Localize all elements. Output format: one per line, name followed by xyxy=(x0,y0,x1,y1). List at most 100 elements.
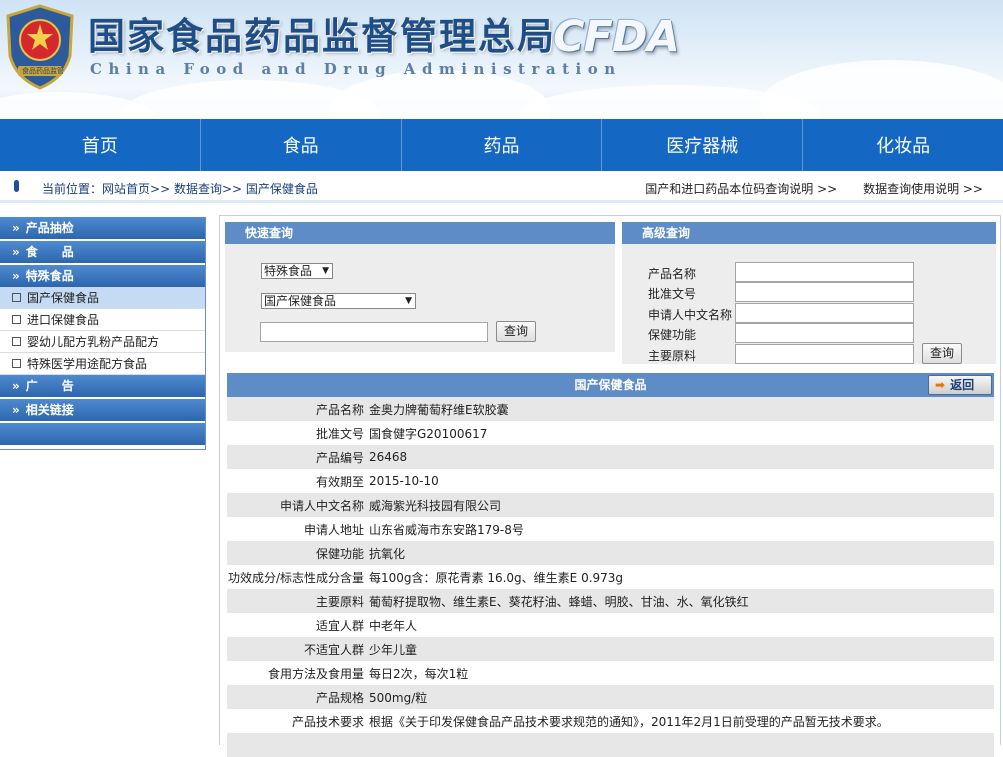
emblem-caption: 食品药品监管 xyxy=(22,67,64,75)
dropdown-arrow-icon: ▼ xyxy=(405,296,412,306)
header-banner: 食品药品监管 国家食品药品监督管理总局 China Food and Drug … xyxy=(0,0,1003,119)
main-nav: 首页 食品 药品 医疗器械 化妆品 xyxy=(0,119,1003,171)
sidebar-item-infant-formula[interactable]: 婴幼儿配方乳粉产品配方 xyxy=(0,331,205,353)
product-name-input[interactable] xyxy=(735,262,914,282)
detail-field-value xyxy=(367,733,994,757)
breadcrumb-home[interactable]: 网站首页 xyxy=(102,182,150,196)
sidebar-item-special-medical-formula[interactable]: 特殊医学用途配方食品 xyxy=(0,353,205,375)
advanced-search-button[interactable]: 查询 xyxy=(922,343,962,364)
double-arrow-icon: » xyxy=(12,403,20,417)
table-row: 产品技术要求 根据《关于印发保健食品产品技术要求规范的通知》，2011年2月1日前… xyxy=(227,709,994,733)
cloud-decoration xyxy=(0,92,160,119)
double-arrow-icon: » xyxy=(12,221,20,235)
advanced-search-panel: 高级查询 产品名称 批准文号 申请人中文名称 保健功能 主要原料 查询 xyxy=(622,222,996,364)
detail-field-label: 功效成分/标志性成分含量 xyxy=(227,565,367,589)
detail-field-label: 产品技术要求 xyxy=(227,709,367,733)
detail-field-value: 26468 xyxy=(367,445,994,469)
sidebar-category-special-food[interactable]: » 特殊食品 xyxy=(0,265,205,287)
national-emblem-icon xyxy=(6,4,74,90)
nav-medical-devices[interactable]: 医疗器械 xyxy=(602,119,804,171)
detail-field-label: 产品名称 xyxy=(227,397,367,421)
detail-field-label: 产品编号 xyxy=(227,445,367,469)
breadcrumb-prefix: 当前位置： xyxy=(42,182,103,196)
sidebar-item-label: 婴幼儿配方乳粉产品配方 xyxy=(27,335,160,349)
table-row: 功效成分/标志性成分含量 每100g含：原花青素 16.0g、维生素E 0.973… xyxy=(227,565,994,589)
sidebar-category-label: 产品抽检 xyxy=(25,221,74,235)
quick-search-input[interactable] xyxy=(260,322,488,342)
sidebar-item-label: 进口保健食品 xyxy=(27,313,100,327)
data-query-help-link[interactable]: 数据查询使用说明 >> xyxy=(863,182,983,196)
nav-drugs[interactable]: 药品 xyxy=(402,119,603,171)
product-detail-table: 产品名称 金奥力牌葡萄籽维E软胶囊 批准文号 国食健字G20100617 产品编号 264… xyxy=(227,397,994,757)
table-row: 产品规格 500mg/粒 xyxy=(227,685,994,709)
detail-field-label: 有效期至 xyxy=(227,469,367,493)
advanced-search-title: 高级查询 xyxy=(622,222,996,244)
sidebar-category-related-links[interactable]: » 相关链接 xyxy=(0,399,205,421)
table-row: 不适宜人群 少年儿童 xyxy=(227,637,994,661)
nav-home[interactable]: 首页 xyxy=(0,119,201,171)
category-select[interactable]: 特殊食品 ▼ xyxy=(261,263,333,279)
cfda-logo: CFDA xyxy=(553,12,680,62)
quick-search-button[interactable]: 查询 xyxy=(496,321,536,342)
back-button[interactable]: ➡ 返回 xyxy=(928,375,992,395)
detail-field-value: 山东省威海市东安路179-8号 xyxy=(367,517,994,541)
site-title: 国家食品药品监督管理总局 xyxy=(88,14,556,58)
table-row: 批准文号 国食健字G20100617 xyxy=(227,421,994,445)
sidebar: » 产品抽检 » 食 品 » 特殊食品 国产保健食品 进口保健食品 婴幼儿配方乳粉产品… xyxy=(0,217,206,450)
detail-field-label: 食用方法及食用量 xyxy=(227,661,367,685)
detail-field-value: 根据《关于印发保健食品产品技术要求规范的通知》，2011年2月1日前受理的产品暂… xyxy=(367,709,994,733)
sidebar-category-food[interactable]: » 食 品 xyxy=(0,241,205,263)
table-row: 适宜人群 中老年人 xyxy=(227,613,994,637)
sidebar-category-product-inspection[interactable]: » 产品抽检 xyxy=(0,217,205,239)
table-row: 申请人地址 山东省威海市东安路179-8号 xyxy=(227,517,994,541)
checkbox-square-icon xyxy=(12,359,21,368)
detail-field-label: 申请人中文名称 xyxy=(227,493,367,517)
detail-field-label: 批准文号 xyxy=(227,421,367,445)
detail-field-label: 产品规格 xyxy=(227,685,367,709)
location-bar: 当前位置：网站首页>> 数据查询>> 国产保健食品 国产和进口药品本位码查询说明… xyxy=(0,171,1003,203)
detail-title: 国产保健食品 xyxy=(574,378,647,392)
field-label-product-name: 产品名称 xyxy=(648,267,697,281)
drug-code-help-link[interactable]: 国产和进口药品本位码查询说明 >> xyxy=(645,182,837,196)
detail-field-label xyxy=(227,733,367,757)
applicant-name-input[interactable] xyxy=(735,303,914,323)
double-arrow-icon: » xyxy=(12,269,20,283)
sidebar-category-label: 广 告 xyxy=(25,379,74,393)
health-function-input[interactable] xyxy=(735,323,914,343)
detail-header: 国产保健食品 ➡ 返回 xyxy=(227,373,994,397)
location-marker-icon xyxy=(14,180,19,192)
nav-food[interactable]: 食品 xyxy=(201,119,402,171)
sidebar-category-label: 相关链接 xyxy=(25,403,74,417)
nav-cosmetics[interactable]: 化妆品 xyxy=(803,119,1003,171)
sidebar-item-label: 国产保健食品 xyxy=(27,291,100,305)
database-select[interactable]: 国产保健食品 ▼ xyxy=(261,293,416,309)
field-label-main-ingredients: 主要原料 xyxy=(648,349,697,363)
breadcrumb-data-query[interactable]: 数据查询 xyxy=(174,182,222,196)
approval-number-input[interactable] xyxy=(735,282,914,302)
table-row: 保健功能 抗氧化 xyxy=(227,541,994,565)
main-ingredients-input[interactable] xyxy=(735,344,914,364)
detail-field-label: 保健功能 xyxy=(227,541,367,565)
detail-field-value: 葡萄籽提取物、维生素E、葵花籽油、蜂蜡、明胶、甘油、水、氧化铁红 xyxy=(367,589,994,613)
detail-field-value: 抗氧化 xyxy=(367,541,994,565)
table-row: 主要原料 葡萄籽提取物、维生素E、葵花籽油、蜂蜡、明胶、甘油、水、氧化铁红 xyxy=(227,589,994,613)
detail-field-value: 国食健字G20100617 xyxy=(367,421,994,445)
table-row xyxy=(227,733,994,757)
detail-field-value: 每日2次，每次1粒 xyxy=(367,661,994,685)
sidebar-item-label: 特殊医学用途配方食品 xyxy=(27,357,148,371)
sidebar-item-imported-health-food[interactable]: 进口保健食品 xyxy=(0,309,205,331)
breadcrumb: 当前位置：网站首页>> 数据查询>> 国产保健食品 xyxy=(42,180,318,197)
detail-field-value: 中老年人 xyxy=(367,613,994,637)
sidebar-item-domestic-health-food[interactable]: 国产保健食品 xyxy=(0,287,205,309)
table-row: 有效期至 2015-10-10 xyxy=(227,469,994,493)
breadcrumb-current[interactable]: 国产保健食品 xyxy=(246,182,318,196)
sidebar-category-label: 特殊食品 xyxy=(25,269,74,283)
detail-field-label: 不适宜人群 xyxy=(227,637,367,661)
arrow-right-icon: ➡ xyxy=(935,378,946,392)
field-label-applicant-name: 申请人中文名称 xyxy=(648,308,733,322)
sidebar-category-advertising[interactable]: » 广 告 xyxy=(0,375,205,397)
detail-field-value: 每100g含：原花青素 16.0g、维生素E 0.973g xyxy=(367,565,994,589)
breadcrumb-separator: >> xyxy=(150,182,171,196)
table-row: 产品编号 26468 xyxy=(227,445,994,469)
cloud-decoration xyxy=(760,60,1003,119)
